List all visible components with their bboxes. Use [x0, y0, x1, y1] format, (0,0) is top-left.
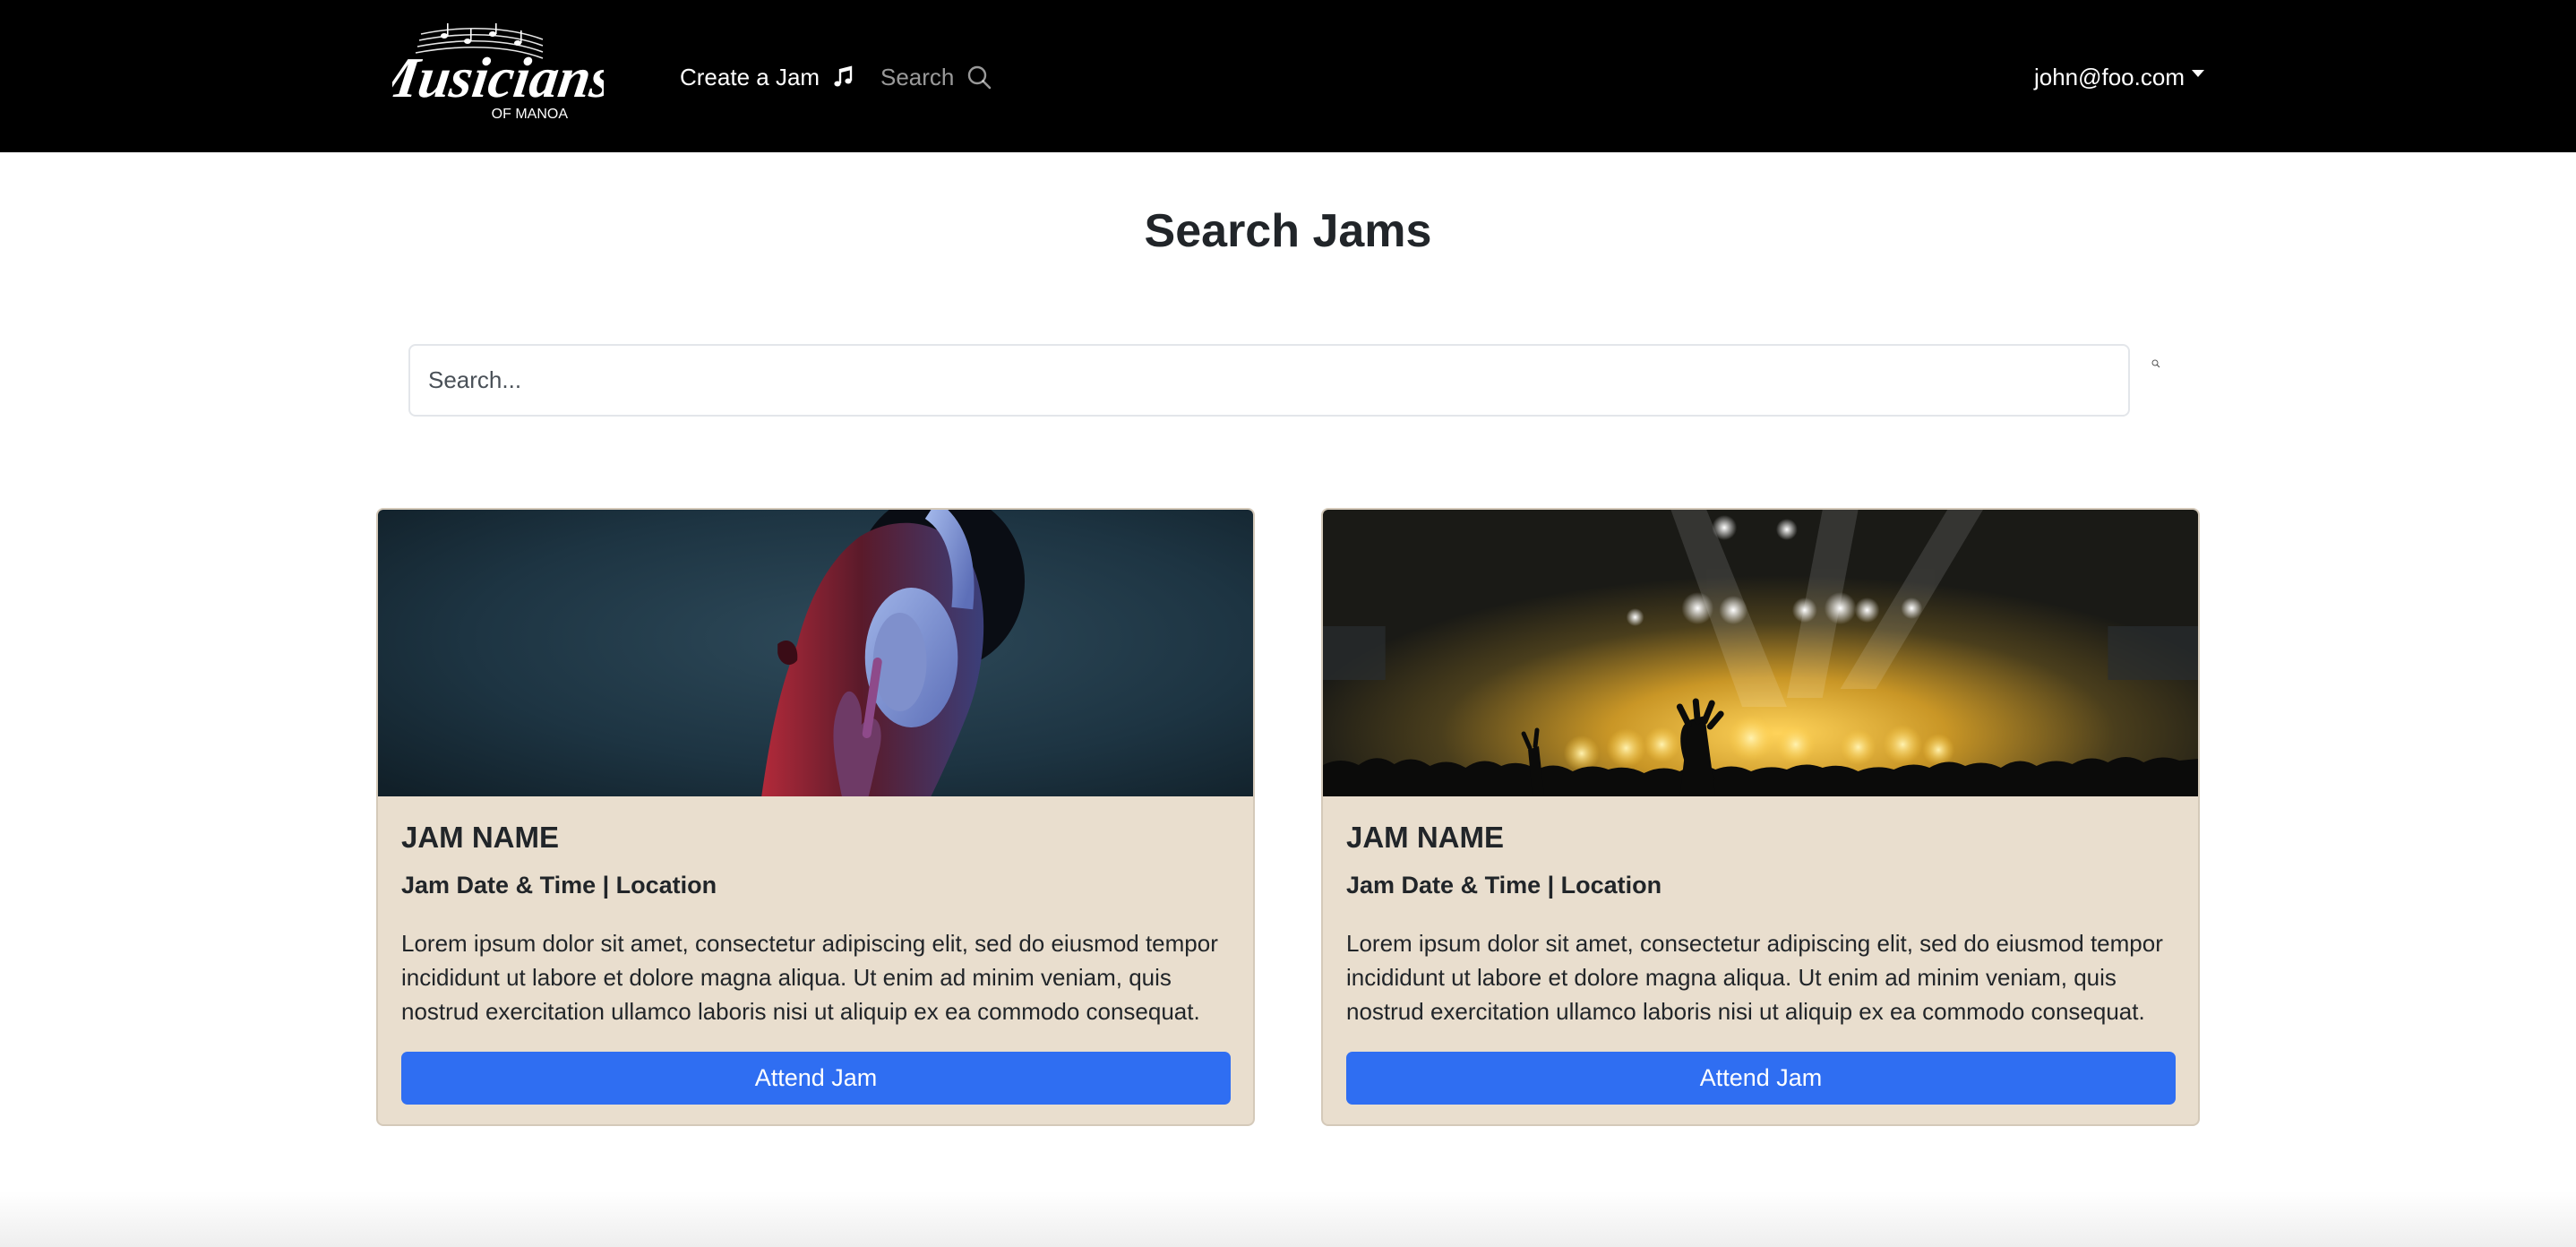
brand-text: Musicians [392, 46, 604, 109]
jam-title: JAM NAME [1346, 821, 1505, 854]
nav-create-jam[interactable]: Create a Jam [680, 57, 855, 97]
footer-shadow [0, 1191, 2576, 1247]
jam-subtitle: Jam Date & Time | Location [1346, 872, 1662, 899]
search-icon [2151, 357, 2160, 371]
nav-search-label: Search [880, 63, 955, 90]
jam-description: Lorem ipsum dolor sit amet, consectetur … [401, 930, 1218, 1026]
nav-search[interactable]: Search [880, 57, 992, 97]
jam-subtitle: Jam Date & Time | Location [401, 872, 717, 899]
search-input[interactable] [408, 344, 2130, 417]
attend-jam-button[interactable]: Attend Jam [401, 1052, 1231, 1105]
page-title: Search Jams [1144, 205, 1432, 257]
brand-subtext: OF MANOA [492, 107, 569, 122]
attend-jam-button[interactable]: Attend Jam [1346, 1052, 2176, 1105]
jam-description: Lorem ipsum dolor sit amet, consectetur … [1346, 930, 2163, 1026]
search-submit-button[interactable] [2148, 356, 2164, 372]
musicians-logo-icon: Musicians OF MANOA [392, 23, 604, 122]
nav-create-label: Create a Jam [680, 63, 820, 90]
jam-card: JAM NAME Jam Date & Time | Location Lore… [1321, 508, 2200, 1126]
brand-logo[interactable]: Musicians OF MANOA [392, 23, 604, 124]
jam-card-image [1323, 510, 2198, 796]
jam-card-image [378, 510, 1253, 796]
user-email: john@foo.com [2033, 63, 2185, 90]
jam-title: JAM NAME [401, 821, 560, 854]
jam-card: JAM NAME Jam Date & Time | Location Lore… [376, 508, 1255, 1126]
user-menu-dropdown[interactable]: john@foo.com [2034, 57, 2204, 97]
search-icon [966, 64, 992, 90]
music-note-icon [832, 65, 855, 89]
navbar: Musicians OF MANOA Create a Jam Search j… [0, 0, 2576, 152]
caret-down-icon [2192, 70, 2204, 77]
